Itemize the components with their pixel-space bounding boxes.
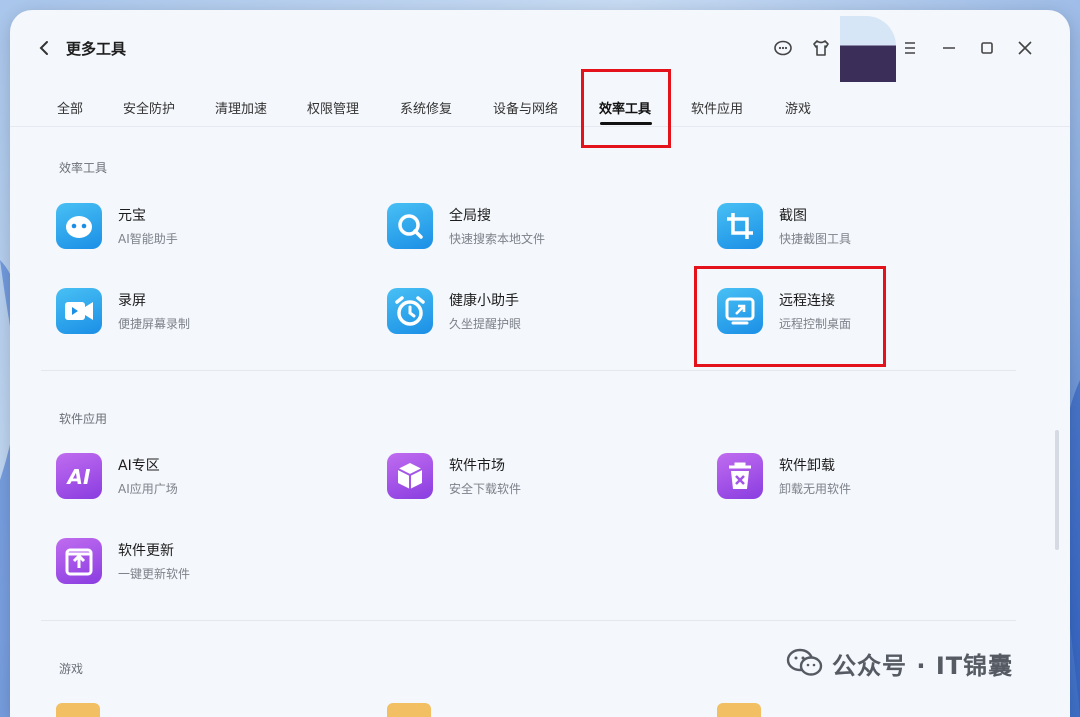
title-bar: 更多工具 [10, 10, 1070, 86]
tool-screen-record[interactable]: 录屏 便捷屏幕录制 [56, 288, 316, 342]
svg-text:AI: AI [66, 465, 91, 489]
tool-health-assistant[interactable]: 健康小助手 久坐提醒护眼 [387, 288, 647, 342]
tool-screenshot[interactable]: 截图 快捷截图工具 [717, 203, 977, 257]
section-divider [41, 620, 1016, 621]
tool-name: 截图 [779, 208, 807, 224]
close-icon [1018, 41, 1032, 55]
tool-uninstall[interactable]: 软件卸载 卸载无用软件 [717, 453, 977, 507]
tab-permissions[interactable]: 权限管理 [307, 98, 359, 117]
tool-desc: 久坐提醒护眼 [449, 317, 522, 331]
tool-desc: AI智能助手 [118, 232, 178, 246]
wechat-icon [786, 648, 823, 676]
tool-name: 全局搜 [449, 208, 491, 224]
tab-devices-network[interactable]: 设备与网络 [493, 98, 558, 117]
category-tabs: 全部 安全防护 清理加速 权限管理 系统修复 设备与网络 效率工具 软件应用 游… [10, 86, 1070, 127]
tool-desc: AI应用广场 [118, 482, 178, 496]
tool-desc: 一键更新软件 [118, 567, 191, 581]
tool-desc: 便捷屏幕录制 [118, 317, 191, 331]
menu-icon [905, 42, 915, 54]
highlight-box-remote [694, 266, 886, 367]
tool-desc: 快捷截图工具 [779, 232, 852, 246]
game-icon-peek [56, 703, 100, 717]
watermark: 公众号 · IT锦囊 [786, 646, 1013, 680]
section-divider [41, 370, 1016, 371]
game-icon-peek [387, 703, 431, 717]
avatar[interactable] [840, 16, 896, 82]
tool-name: 软件市场 [449, 458, 505, 474]
trash-icon [717, 453, 763, 499]
games-row-peek [10, 703, 1070, 717]
tab-software[interactable]: 软件应用 [691, 98, 743, 117]
tool-name: 软件更新 [118, 543, 174, 559]
tool-global-search[interactable]: 全局搜 快速搜索本地文件 [387, 203, 647, 257]
tool-ai-zone[interactable]: AI AI专区 AI应用广场 [56, 453, 316, 507]
ai-icon: AI [56, 453, 102, 499]
tab-all[interactable]: 全部 [57, 98, 83, 117]
tool-name: 软件卸载 [779, 458, 835, 474]
tool-name: 健康小助手 [449, 293, 519, 309]
section-title-software: 软件应用 [59, 412, 108, 426]
chevron-left-icon [39, 41, 48, 55]
minimize-icon [943, 47, 955, 49]
tab-system-repair[interactable]: 系统修复 [400, 98, 452, 117]
feedback-icon [774, 40, 792, 56]
skin-button[interactable] [809, 36, 833, 60]
maximize-icon [981, 42, 993, 54]
menu-button[interactable] [898, 36, 922, 60]
video-icon [56, 288, 102, 334]
tool-software-update[interactable]: 软件更新 一键更新软件 [56, 538, 316, 592]
tool-software-market[interactable]: 软件市场 安全下载软件 [387, 453, 647, 507]
watermark-text: 公众号 · IT锦囊 [832, 651, 1014, 680]
upload-icon [56, 538, 102, 584]
box-icon [387, 453, 433, 499]
close-button[interactable] [1013, 36, 1037, 60]
section-title-efficiency: 效率工具 [59, 161, 108, 175]
tool-name: 录屏 [118, 293, 146, 309]
tab-cleanup[interactable]: 清理加速 [215, 98, 267, 117]
shirt-icon [813, 40, 829, 56]
maximize-button[interactable] [975, 36, 999, 60]
scrollbar-thumb[interactable] [1055, 430, 1059, 550]
feedback-button[interactable] [771, 36, 795, 60]
tool-name: AI专区 [118, 458, 160, 474]
minimize-button[interactable] [937, 36, 961, 60]
tool-name: 元宝 [118, 208, 146, 224]
tool-yuanbao[interactable]: 元宝 AI智能助手 [56, 203, 316, 257]
crop-icon [717, 203, 763, 249]
tool-desc: 卸载无用软件 [779, 482, 852, 496]
alarm-clock-icon [387, 288, 433, 334]
more-tools-window: 更多工具 全部 安全防护 清理加速 权限管理 系统修复 设备与网络 效率工具 软… [10, 10, 1070, 717]
tab-games[interactable]: 游戏 [785, 98, 811, 117]
search-icon [387, 203, 433, 249]
game-icon-peek [717, 703, 761, 717]
tab-security[interactable]: 安全防护 [123, 98, 175, 117]
tool-desc: 快速搜索本地文件 [449, 232, 546, 246]
yuanbao-icon [56, 203, 102, 249]
window-title: 更多工具 [66, 40, 127, 58]
highlight-box-tab [581, 69, 671, 148]
tool-desc: 安全下载软件 [449, 482, 522, 496]
section-title-games: 游戏 [59, 662, 84, 676]
back-button[interactable] [34, 36, 56, 60]
